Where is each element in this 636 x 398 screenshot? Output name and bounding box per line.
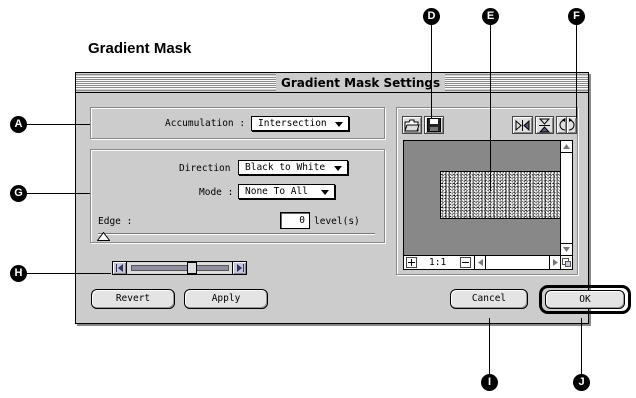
preview-area[interactable]: 1:1 (403, 140, 573, 270)
callout-j: J (573, 374, 590, 391)
accumulation-label: Accumulation : (165, 118, 246, 129)
preview-bottom-bar: 1:1 (404, 255, 572, 269)
callout-j-line (581, 318, 582, 380)
chevron-down-icon (321, 190, 329, 195)
callout-h-line (18, 273, 111, 274)
ok-button[interactable]: OK (545, 290, 625, 309)
gradient-options-group: Direction : Black to White Mode : None T… (90, 149, 385, 243)
horizontal-scrollbar[interactable] (474, 256, 560, 269)
slider-track (131, 265, 229, 271)
callout-g-line (18, 193, 90, 194)
edge-value: 0 (299, 215, 305, 226)
edge-input[interactable]: 0 (280, 212, 310, 229)
zoom-in-icon[interactable] (406, 257, 417, 268)
open-folder-icon[interactable] (402, 116, 422, 134)
edge-slider-track[interactable] (98, 233, 375, 235)
horizontal-slider[interactable] (112, 261, 247, 275)
edge-label: Edge : (98, 216, 133, 227)
scroll-down-icon[interactable] (561, 243, 572, 255)
direction-popup[interactable]: Black to White (238, 160, 348, 175)
cancel-button[interactable]: Cancel (450, 289, 528, 309)
title-bar[interactable]: Gradient Mask Settings (76, 73, 588, 93)
callout-h: H (10, 265, 27, 282)
scroll-right-icon[interactable] (549, 256, 560, 269)
rotate-right-icon[interactable] (566, 116, 577, 134)
callout-e: E (482, 8, 499, 25)
scroll-up-icon[interactable] (561, 141, 572, 153)
mode-popup[interactable]: None To All (238, 184, 335, 199)
flip-vertical-icon[interactable] (535, 116, 554, 134)
callout-i-line (489, 318, 490, 380)
flip-horizontal-icon[interactable] (512, 116, 533, 134)
accumulation-group: Accumulation : Intersection (90, 107, 385, 139)
mode-value: None To All (245, 186, 308, 197)
callout-d-line (431, 23, 432, 118)
zoom-level: 1:1 (429, 257, 447, 268)
edge-marker-icon[interactable] (97, 232, 110, 241)
zoom-out-icon[interactable] (460, 257, 471, 268)
accumulation-popup[interactable]: Intersection (251, 116, 349, 131)
slider-thumb[interactable] (187, 262, 197, 274)
scroll-left-icon[interactable] (475, 256, 486, 269)
preview-image (440, 171, 570, 219)
callout-e-line (490, 23, 491, 191)
revert-button[interactable]: Revert (91, 289, 175, 309)
save-disk-icon[interactable] (424, 116, 444, 134)
callout-f: F (568, 8, 585, 25)
apply-button[interactable]: Apply (184, 289, 268, 309)
callout-a: A (10, 116, 27, 133)
callout-d: D (423, 8, 440, 25)
accumulation-value: Intersection (258, 118, 327, 129)
slider-left-icon[interactable] (113, 262, 127, 274)
rotate-left-icon[interactable] (556, 116, 566, 134)
window-title: Gradient Mask Settings (276, 74, 446, 92)
chevron-down-icon (334, 166, 342, 171)
callout-g: G (10, 185, 27, 202)
edge-unit-label: level(s) (314, 216, 360, 227)
callout-f-line (576, 23, 577, 118)
mode-label: Mode : (199, 187, 234, 198)
gradient-mask-dialog: Gradient Mask Settings Accumulation : In… (75, 72, 631, 324)
resize-corner-icon[interactable] (560, 256, 572, 269)
vertical-scrollbar[interactable] (560, 141, 572, 255)
chevron-down-icon (335, 122, 343, 127)
callout-a-line (18, 124, 90, 125)
direction-label: Direction : (179, 163, 242, 174)
callout-i: I (481, 374, 498, 391)
direction-value: Black to White (245, 162, 326, 173)
slider-right-icon[interactable] (232, 262, 246, 274)
preview-group: 1:1 (396, 107, 578, 275)
page-heading: Gradient Mask (88, 40, 192, 57)
